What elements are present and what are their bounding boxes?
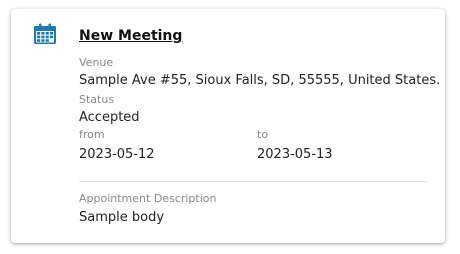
from-label: from <box>79 128 105 141</box>
venue-label: Venue <box>79 56 114 69</box>
from-date: 2023-05-12 <box>79 147 155 162</box>
calendar-icon <box>34 23 56 44</box>
venue-value: Sample Ave #55, Sioux Falls, SD, 55555, … <box>79 73 441 88</box>
description-label: Appointment Description <box>79 192 217 205</box>
status-label: Status <box>79 93 115 106</box>
meeting-title-link[interactable]: New Meeting <box>79 28 182 44</box>
to-label: to <box>257 128 269 141</box>
status-value: Accepted <box>79 110 140 125</box>
description-value: Sample body <box>79 210 165 225</box>
section-divider <box>79 181 428 182</box>
to-date: 2023-05-13 <box>257 147 333 162</box>
meeting-card: New Meeting Venue Sample Ave #55, Sioux … <box>11 9 445 243</box>
